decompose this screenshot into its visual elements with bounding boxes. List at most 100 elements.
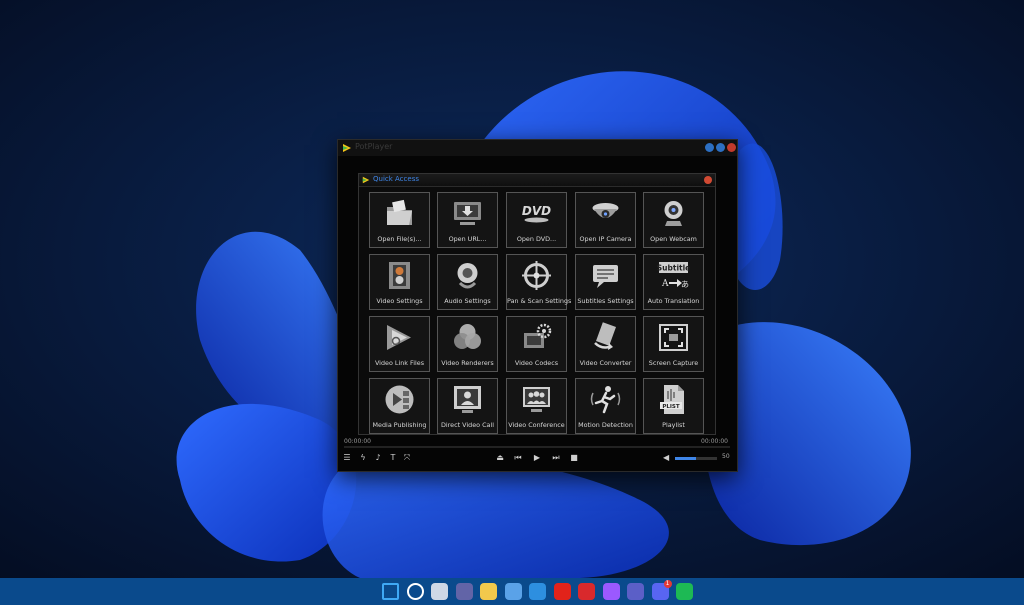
tile-label: Open DVD...: [516, 235, 557, 243]
webcam-icon: [664, 201, 683, 226]
play-triangles-icon: [387, 325, 411, 350]
wps-office-icon[interactable]: [578, 583, 595, 600]
close-button[interactable]: [727, 143, 736, 152]
tile-label: Screen Capture: [648, 359, 699, 367]
quick-access-panel: Quick Access Open File(s)... Open URL...…: [358, 173, 716, 435]
tile-label: Audio Settings: [444, 297, 491, 305]
seek-bar[interactable]: [344, 446, 730, 448]
folder-icon: [387, 199, 412, 225]
previous-button[interactable]: ⏮: [513, 452, 523, 464]
tile-media-publishing[interactable]: Media Publishing: [369, 378, 430, 434]
video-call-icon: [454, 386, 481, 413]
mail-icon[interactable]: [529, 583, 546, 600]
minimize-button[interactable]: [705, 143, 714, 152]
tile-open-ip-camera[interactable]: Open IP Camera: [575, 192, 636, 248]
player-window: PotPlayer Quick Access Open File(s)... O…: [337, 139, 738, 472]
app-logo-icon: [343, 144, 351, 152]
film-arrow-icon: [594, 322, 616, 350]
conference-icon: [523, 387, 550, 412]
tile-playlist[interactable]: PLIST Playlist: [643, 378, 704, 434]
tile-motion-detection[interactable]: Motion Detection: [575, 378, 636, 434]
volume-value: 50: [722, 453, 730, 460]
current-time: 00:00:00: [344, 438, 371, 445]
window-title: PotPlayer: [355, 142, 393, 151]
speaker-gear-icon: [457, 263, 478, 289]
crosshair-icon: [522, 261, 551, 290]
tile-label: Subtitles Settings: [577, 297, 634, 305]
next-button[interactable]: ⏭: [551, 452, 561, 464]
store-icon[interactable]: [504, 583, 522, 600]
tile-label: Direct Video Call: [440, 421, 495, 429]
tile-label: Video Conference: [508, 421, 565, 429]
tile-video-link-files[interactable]: Video Link Files: [369, 316, 430, 372]
menu-button[interactable]: ☰: [342, 452, 352, 464]
title-bar[interactable]: PotPlayer: [338, 140, 737, 156]
speaker-icon[interactable]: ◀: [663, 452, 673, 464]
tile-video-codecs[interactable]: Video Codecs: [506, 316, 567, 372]
playlist-badge: PLIST: [662, 404, 680, 410]
download-screen-icon: [454, 202, 481, 225]
messenger-icon[interactable]: [602, 583, 620, 600]
running-man-icon: [590, 386, 621, 414]
tile-video-conference[interactable]: Video Conference: [506, 378, 567, 434]
tile-label: Motion Detection: [578, 421, 633, 429]
maximize-button[interactable]: [716, 143, 725, 152]
tile-label: Video Settings: [376, 297, 423, 305]
teams-chat-icon[interactable]: [455, 583, 473, 600]
tile-video-converter[interactable]: Video Converter: [575, 316, 636, 372]
tile-label: Auto Translation: [647, 297, 700, 305]
speech-bubble-icon: [593, 265, 618, 288]
media-publish-icon: [385, 385, 414, 414]
tile-label: Pan & Scan Settings: [507, 297, 572, 305]
open-button[interactable]: ⏏: [495, 452, 505, 464]
windows-start-icon[interactable]: [382, 583, 399, 600]
capture-frame-icon: [659, 324, 688, 351]
discord-icon[interactable]: 1: [651, 580, 672, 600]
quick-access-close-button[interactable]: [704, 176, 712, 184]
tile-label: Open URL...: [448, 235, 487, 243]
tile-label: Video Renderers: [441, 359, 494, 367]
ip-camera-icon: [592, 203, 619, 218]
speed-button[interactable]: ϟ: [358, 452, 368, 464]
subtitle-button[interactable]: T: [388, 452, 398, 464]
tile-label: Video Codecs: [514, 359, 559, 367]
play-button[interactable]: ▶: [532, 452, 542, 464]
fullscreen-button[interactable]: ⤧: [402, 452, 412, 464]
film-gear-icon: [389, 262, 410, 289]
tile-audio-settings[interactable]: Audio Settings: [437, 254, 498, 310]
tile-label: Open File(s)...: [377, 235, 422, 243]
tile-label: Open IP Camera: [579, 235, 632, 243]
tile-pan-scan-settings[interactable]: Pan & Scan Settings: [506, 254, 572, 310]
tile-open-url[interactable]: Open URL...: [437, 192, 498, 248]
translate-to: あ: [681, 280, 689, 289]
tile-subtitles-settings[interactable]: Subtitles Settings: [575, 254, 636, 310]
teams-icon[interactable]: [627, 583, 644, 600]
tile-label: Playlist: [662, 421, 685, 429]
tile-video-renderers[interactable]: Video Renderers: [437, 316, 498, 372]
stop-button[interactable]: ■: [569, 452, 579, 464]
quick-access-header: Quick Access: [359, 174, 715, 187]
tile-video-settings[interactable]: Video Settings: [369, 254, 430, 310]
file-explorer-icon[interactable]: [480, 583, 497, 600]
tile-label: Video Converter: [579, 359, 632, 367]
tile-label: Media Publishing: [372, 421, 427, 429]
dvd-icon: DVD: [522, 204, 551, 223]
film-cog-icon: [524, 323, 552, 348]
search-icon[interactable]: [406, 583, 424, 600]
translate-badge: Subtitle: [657, 264, 690, 273]
tile-auto-translation[interactable]: Subtitle A あ Auto Translation: [643, 254, 704, 310]
tile-screen-capture[interactable]: Screen Capture: [643, 316, 704, 372]
tile-open-files[interactable]: Open File(s)...: [369, 192, 430, 248]
notification-badge: 1: [663, 580, 672, 588]
translate-icon: Subtitle A あ: [657, 262, 690, 289]
tile-open-webcam[interactable]: Open Webcam: [643, 192, 704, 248]
tile-open-dvd[interactable]: DVD Open DVD...: [506, 192, 567, 248]
task-view-icon[interactable]: [431, 583, 448, 600]
opera-icon[interactable]: [553, 583, 571, 600]
audio-button[interactable]: ♪: [373, 452, 383, 464]
volume-fill: [675, 457, 696, 460]
spotify-icon[interactable]: [676, 583, 693, 600]
volume-slider[interactable]: [675, 457, 717, 460]
rgb-circles-icon: [454, 324, 481, 349]
tile-direct-video-call[interactable]: Direct Video Call: [437, 378, 498, 434]
